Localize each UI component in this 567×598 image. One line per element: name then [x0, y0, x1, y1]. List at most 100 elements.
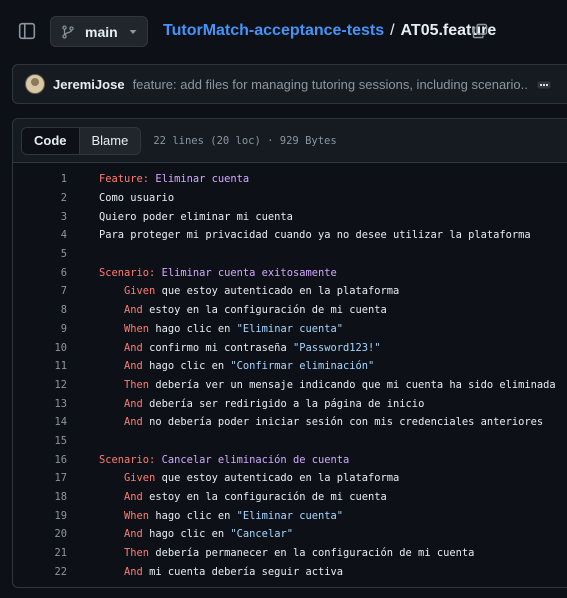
code-line: 22 And mi cuenta debería seguir activa	[13, 562, 567, 581]
line-number[interactable]: 13	[13, 398, 67, 410]
line-number[interactable]: 12	[13, 379, 67, 391]
feature-title: Cancelar eliminación de cuenta	[161, 453, 350, 466]
step-text: no debería poder iniciar sesión con mis …	[142, 416, 544, 429]
breadcrumb-repo-link[interactable]: TutorMatch-acceptance-tests	[163, 22, 384, 40]
line-number[interactable]: 8	[13, 304, 67, 316]
tab-blame[interactable]: Blame	[79, 127, 141, 154]
step-text: mi cuenta debería seguir activa	[142, 565, 343, 578]
line-number[interactable]: 3	[13, 211, 67, 223]
branch-selector-button[interactable]: main	[50, 16, 148, 47]
code-line: 21 Then debería permanecer en la configu…	[13, 544, 567, 563]
code-line: 6 Scenario: Eliminar cuenta exitosamente	[13, 263, 567, 282]
ellipsis-icon[interactable]	[536, 77, 552, 93]
line-number[interactable]: 9	[13, 323, 67, 335]
git-branch-icon	[61, 24, 77, 40]
feature-title: Eliminar cuenta exitosamente	[161, 266, 337, 279]
gherkin-keyword: Scenario:	[99, 453, 156, 466]
code-line-text: When hago clic en "Eliminar cuenta"	[99, 510, 343, 522]
line-number[interactable]: 18	[13, 491, 67, 503]
gherkin-keyword: Given	[124, 472, 156, 485]
line-number[interactable]: 15	[13, 435, 67, 447]
line-number[interactable]: 14	[13, 416, 67, 428]
line-number[interactable]: 5	[13, 248, 67, 260]
gherkin-keyword: And	[124, 341, 143, 354]
gherkin-keyword: When	[124, 322, 150, 335]
step-text: hago clic en	[142, 360, 231, 373]
line-number[interactable]: 21	[13, 547, 67, 559]
code-line: 19 When hago clic en "Eliminar cuenta"	[13, 506, 567, 525]
gherkin-keyword: Then	[124, 547, 150, 560]
code-line-text: Scenario: Eliminar cuenta exitosamente	[99, 267, 337, 279]
gherkin-keyword: Then	[124, 378, 150, 391]
code-line: 18 And estoy en la configuración de mi c…	[13, 488, 567, 507]
code-line-text: Como usuario	[99, 192, 174, 204]
copy-icon[interactable]	[471, 22, 489, 40]
code-line-text: Given que estoy autenticado en la plataf…	[99, 285, 399, 297]
code-line: 10 And confirmo mi contraseña "Password1…	[13, 338, 567, 357]
breadcrumb: TutorMatch-acceptance-tests / AT05.featu…	[163, 22, 496, 40]
file-viewer: Code Blame 22 lines (20 loc) · 929 Bytes…	[12, 118, 567, 588]
string-literal: "Cancelar"	[230, 528, 293, 541]
step-text: que estoy autenticado en la plataforma	[155, 472, 400, 485]
file-stats: 22 lines (20 loc) · 929 Bytes	[153, 134, 337, 147]
code-line: 3 Quiero poder eliminar mi cuenta	[13, 207, 567, 226]
code-line: 20 And hago clic en "Cancelar"	[13, 525, 567, 544]
code-line: 15	[13, 432, 567, 451]
gherkin-keyword: And	[124, 416, 143, 429]
code-line-text: When hago clic en "Eliminar cuenta"	[99, 323, 343, 335]
line-number[interactable]: 17	[13, 472, 67, 484]
chevron-down-icon	[128, 27, 138, 37]
string-literal: "Eliminar cuenta"	[236, 509, 344, 522]
code-line-text: And debería ser redirigido a la página d…	[99, 398, 424, 410]
line-number[interactable]: 16	[13, 454, 67, 466]
code-listing: 1 Feature: Eliminar cuenta 2 Como usuario 3 Q…	[13, 170, 567, 581]
gherkin-keyword: Feature:	[99, 173, 150, 186]
gherkin-keyword: And	[124, 304, 143, 317]
avatar[interactable]	[25, 74, 45, 94]
commit-message-link[interactable]: feature: add files for managing tutoring…	[133, 77, 528, 92]
line-number[interactable]: 19	[13, 510, 67, 522]
code-line: 8 And estoy en la configuración de mi cu…	[13, 301, 567, 320]
file-header: Code Blame 22 lines (20 loc) · 929 Bytes	[13, 119, 567, 163]
commit-author-link[interactable]: JeremiJose	[53, 77, 125, 92]
code-line-text: And estoy en la configuración de mi cuen…	[99, 304, 387, 316]
code-line-text: Feature: Eliminar cuenta	[99, 173, 249, 185]
step-text: Para proteger mi privacidad cuando ya no…	[99, 229, 531, 242]
step-text: estoy en la configuración de mi cuenta	[142, 491, 387, 504]
line-number[interactable]: 11	[13, 360, 67, 372]
code-line-text: Para proteger mi privacidad cuando ya no…	[99, 229, 531, 241]
code-line-text: And hago clic en "Confirmar eliminación"	[99, 360, 374, 372]
step-text: Como usuario	[99, 192, 175, 205]
step-text: debería permanecer en la configuración d…	[149, 547, 475, 560]
line-number[interactable]: 1	[13, 173, 67, 185]
step-text: hago clic en	[142, 528, 231, 541]
line-number[interactable]: 10	[13, 342, 67, 354]
tab-code[interactable]: Code	[22, 127, 80, 154]
line-number[interactable]: 7	[13, 285, 67, 297]
code-line-text: And confirmo mi contraseña "Password123!…	[99, 342, 381, 354]
string-literal: "Eliminar cuenta"	[236, 322, 344, 335]
code-line: 13 And debería ser redirigido a la págin…	[13, 394, 567, 413]
sidebar-toggle-icon[interactable]	[16, 20, 38, 42]
line-number[interactable]: 20	[13, 528, 67, 540]
line-number[interactable]: 4	[13, 229, 67, 241]
line-number[interactable]: 6	[13, 267, 67, 279]
line-number[interactable]: 2	[13, 192, 67, 204]
step-text: confirmo mi contraseña	[142, 341, 293, 354]
code-line: 1 Feature: Eliminar cuenta	[13, 170, 567, 189]
step-text: estoy en la configuración de mi cuenta	[142, 304, 387, 317]
branch-name: main	[85, 23, 118, 40]
code-line: 7 Given que estoy autenticado en la plat…	[13, 282, 567, 301]
line-number[interactable]: 22	[13, 566, 67, 578]
